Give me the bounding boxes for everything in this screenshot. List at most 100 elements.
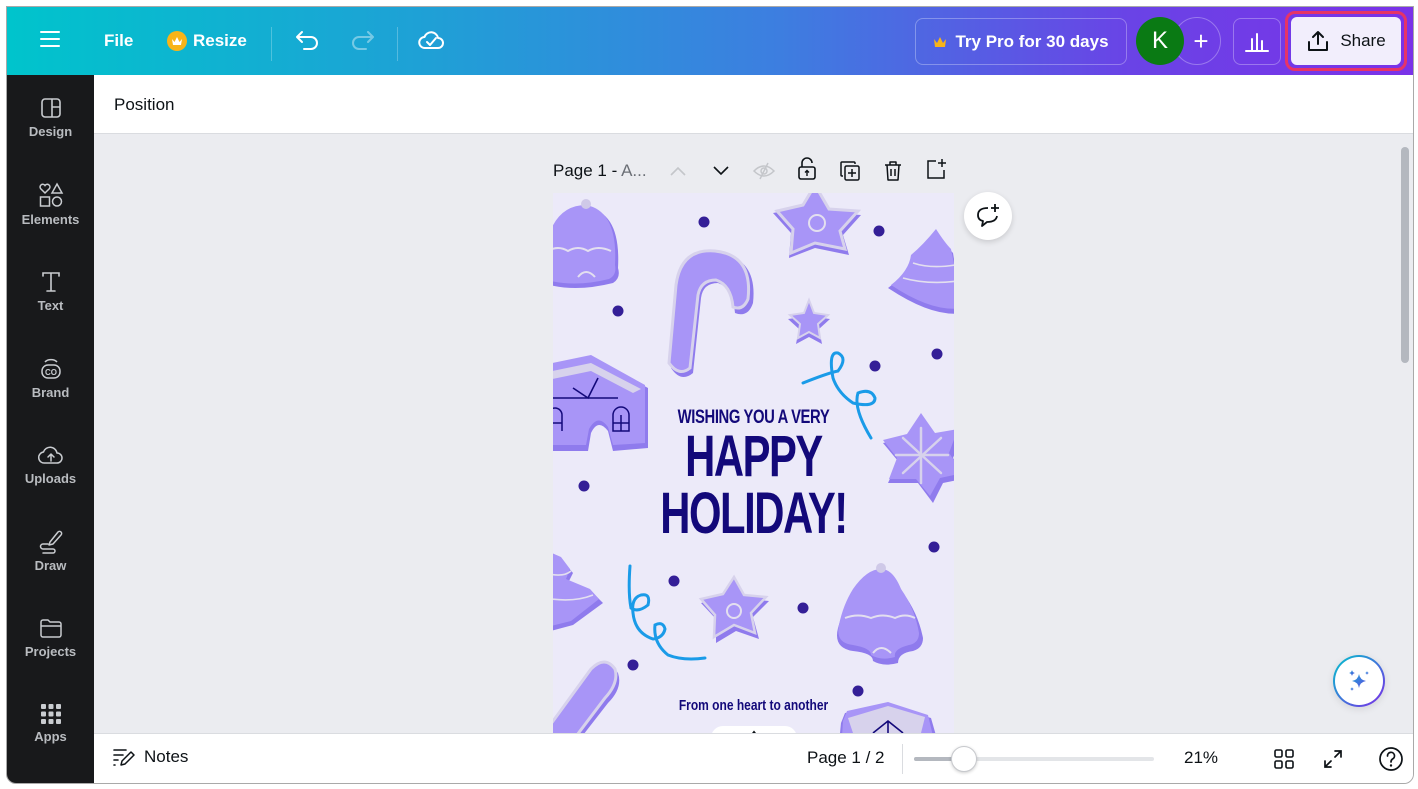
sidebar-label: Projects	[24, 643, 77, 659]
cloud-check-icon	[418, 31, 444, 49]
help-button[interactable]	[1378, 746, 1404, 772]
duplicate-page-button[interactable]	[837, 158, 863, 184]
sidebar-label: Design	[28, 123, 73, 139]
share-button-highlight: Share	[1285, 11, 1407, 71]
add-comment-button[interactable]	[964, 192, 1012, 240]
try-pro-label: Try Pro for 30 days	[955, 31, 1109, 51]
zoom-slider-thumb[interactable]	[951, 746, 977, 772]
save-status-button[interactable]	[417, 28, 445, 52]
svg-text:CO: CO	[45, 368, 57, 377]
sidebar-label: Elements	[21, 211, 80, 227]
sidebar-item-apps[interactable]: Apps	[7, 688, 94, 758]
zoom-percent-button[interactable]: 21%	[1184, 748, 1218, 768]
crown-icon	[934, 36, 947, 47]
upload-share-icon	[1308, 31, 1329, 51]
page-count-button[interactable]: Page 1 / 2	[807, 748, 885, 768]
sidebar-item-text[interactable]: Text	[7, 256, 94, 326]
main-menu-button[interactable]	[39, 29, 61, 49]
sidebar-item-projects[interactable]: Projects	[7, 602, 94, 672]
share-label: Share	[1340, 31, 1386, 50]
file-menu-button[interactable]: File	[104, 31, 133, 51]
tree-cookie	[888, 229, 954, 314]
apps-grid-icon	[40, 703, 61, 724]
redo-button[interactable]	[349, 28, 375, 52]
shapes-icon	[38, 181, 63, 207]
left-sidebar: Design Elements Text CO Brand Uploads Dr…	[7, 75, 94, 783]
page-title[interactable]: Page 1 - A...	[553, 161, 647, 181]
share-button[interactable]: Share	[1291, 17, 1401, 65]
sparkle-icon	[1349, 670, 1369, 691]
delete-page-button[interactable]	[880, 158, 906, 184]
page-header: Page 1 - A...	[553, 158, 647, 184]
bell-cookie	[553, 199, 619, 288]
cloud-upload-icon	[37, 446, 63, 464]
position-button[interactable]: Position	[114, 95, 174, 115]
sidebar-item-uploads[interactable]: Uploads	[7, 429, 94, 499]
sidebar-label: Uploads	[24, 470, 77, 486]
user-avatar[interactable]: K	[1136, 17, 1184, 65]
plus-icon: +	[1193, 25, 1209, 56]
grid-view-button[interactable]	[1271, 746, 1297, 772]
undo-icon	[296, 31, 318, 50]
greeting-heading-line1[interactable]: HAPPY	[609, 428, 898, 486]
layout-icon	[40, 97, 61, 118]
text-icon	[41, 271, 60, 292]
bell-cookie-bottom	[837, 563, 923, 665]
sidebar-item-brand[interactable]: CO Brand	[7, 342, 94, 412]
redo-icon	[352, 31, 374, 50]
notes-label: Notes	[144, 747, 189, 766]
insights-button[interactable]	[1233, 18, 1281, 65]
hide-page-button[interactable]	[751, 158, 777, 184]
fullscreen-button[interactable]	[1320, 746, 1346, 772]
greeting-heading-line2[interactable]: HOLIDAY!	[609, 485, 898, 543]
bar-chart-icon	[1245, 32, 1269, 52]
duplicate-icon	[840, 161, 860, 181]
bottom-divider	[902, 744, 903, 774]
try-pro-button[interactable]: Try Pro for 30 days	[915, 18, 1127, 65]
folder-icon	[39, 618, 62, 638]
notes-icon	[113, 749, 135, 766]
page-title-name: A...	[621, 161, 647, 180]
grid-view-icon	[1274, 749, 1294, 769]
sidebar-item-draw[interactable]: Draw	[7, 515, 94, 585]
sidebar-label: Apps	[34, 728, 67, 744]
trash-icon	[885, 161, 901, 181]
magic-assistant-button[interactable]	[1333, 655, 1385, 707]
sidebar-item-design[interactable]: Design	[7, 82, 94, 152]
undo-button[interactable]	[295, 28, 321, 52]
sidebar-item-elements[interactable]: Elements	[7, 169, 94, 239]
notes-button[interactable]: Notes	[112, 747, 188, 767]
chevron-down-icon	[713, 166, 729, 176]
chevron-up-icon	[670, 166, 686, 176]
design-page[interactable]: WISHING YOU A VERY HAPPY HOLIDAY! From o…	[553, 193, 954, 741]
expand-icon	[1324, 750, 1342, 768]
small-star-cookie	[787, 297, 831, 344]
add-page-icon	[927, 159, 946, 179]
bottom-toolbar: Notes Page 1 / 2 21%	[94, 733, 1413, 783]
toolbar-divider	[271, 27, 272, 61]
greeting-footer[interactable]: From one heart to another	[593, 697, 914, 714]
comment-add-icon	[977, 204, 999, 227]
zoom-slider[interactable]	[914, 746, 1154, 772]
tree-cookie-left	[553, 553, 603, 631]
page-down-button[interactable]	[708, 158, 734, 184]
resize-label: Resize	[193, 31, 247, 50]
top-toolbar: File Resize Try Pro for 30 days + K Shar…	[7, 7, 1413, 75]
page-up-button[interactable]	[665, 158, 691, 184]
file-label: File	[104, 31, 134, 50]
eye-off-icon	[752, 162, 776, 180]
vertical-scrollbar[interactable]	[1401, 147, 1409, 363]
sidebar-label: Draw	[34, 557, 67, 573]
add-page-button[interactable]	[923, 156, 949, 182]
resize-button[interactable]: Resize	[167, 31, 247, 51]
toolbar-divider	[397, 27, 398, 61]
sidebar-label: Text	[37, 297, 64, 313]
lock-page-button[interactable]	[794, 156, 820, 182]
crown-icon	[167, 31, 187, 51]
unlock-icon	[798, 157, 816, 180]
context-toolbar: Position	[94, 75, 1413, 134]
brand-icon: CO	[40, 358, 61, 379]
page-title-prefix: Page 1 -	[553, 161, 622, 180]
pen-icon	[39, 530, 62, 554]
avatar-initial: K	[1151, 27, 1168, 54]
